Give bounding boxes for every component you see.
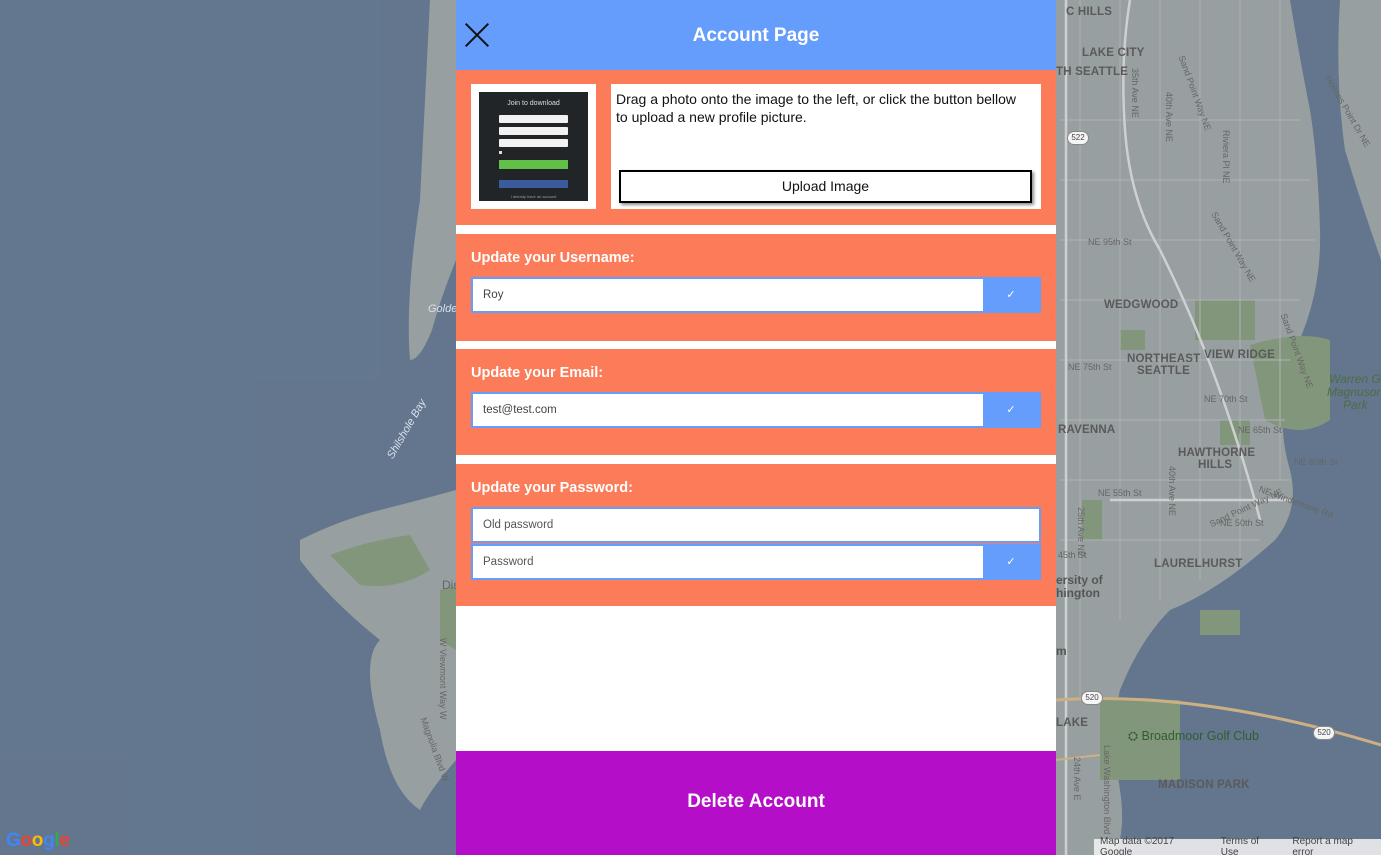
- username-input[interactable]: [473, 279, 983, 311]
- email-confirm-button[interactable]: ✓: [983, 394, 1039, 426]
- profile-photo-section: Join to download I already have an accou…: [456, 70, 1056, 225]
- email-section: Update your Email: ✓: [456, 349, 1056, 455]
- check-icon: ✓: [1006, 404, 1016, 416]
- old-password-input-row: [471, 507, 1041, 543]
- map-label-ravenna: RAVENNA: [1058, 424, 1116, 436]
- map-data-attribution: Map data ©2017 Google: [1100, 836, 1175, 855]
- map-footer: Map data ©2017 Google Terms of Use Repor…: [1094, 836, 1381, 855]
- check-icon: ✓: [1006, 289, 1016, 301]
- street-viewmont: W Viewmont Way W: [438, 638, 448, 720]
- map-label-univ-1: ersity of: [1056, 573, 1103, 587]
- upload-image-button[interactable]: Upload Image: [619, 170, 1032, 203]
- username-section: Update your Username: ✓: [456, 234, 1056, 341]
- street-ne-60th: NE 60th St: [1294, 457, 1338, 467]
- map-label-c-hills: C HILLS: [1066, 6, 1113, 18]
- street-ne-75th: NE 75th St: [1068, 362, 1112, 372]
- map-label-warren-3: Park: [1343, 398, 1368, 412]
- password-confirm-button[interactable]: ✓: [983, 546, 1039, 578]
- page-title: Account Page: [692, 25, 820, 46]
- new-password-input-row: ✓: [471, 544, 1041, 580]
- email-label: Update your Email:: [471, 365, 604, 381]
- map-label-madison-park: MADISON PARK: [1158, 779, 1250, 791]
- street-riviera: Riviera Pl NE: [1221, 130, 1231, 184]
- highway-520-shield: 520: [1081, 691, 1103, 705]
- profile-photo-image: Join to download I already have an accou…: [479, 92, 588, 201]
- delete-account-button[interactable]: Delete Account: [456, 751, 1056, 855]
- map-label-seattle: SEATTLE: [1137, 365, 1190, 377]
- map-label-warren-1: Warren G.: [1329, 372, 1381, 386]
- photo-info-box: Drag a photo onto the image to the left,…: [611, 84, 1041, 209]
- map-label-laurelhurst: LAURELHURST: [1154, 558, 1243, 570]
- street-24th-ave: 24th Ave E: [1072, 757, 1082, 801]
- username-label: Update your Username:: [471, 250, 635, 266]
- street-ne-55th: NE 55th St: [1098, 488, 1142, 498]
- map-label-broadmoor: ⛭ Broadmoor Golf Club: [1128, 729, 1259, 743]
- email-input[interactable]: [473, 394, 983, 426]
- map-label-lake-city: LAKE CITY: [1082, 47, 1145, 59]
- password-section: Update your Password: ✓: [456, 464, 1056, 606]
- profile-photo-dropzone[interactable]: Join to download I already have an accou…: [471, 84, 596, 209]
- map-label-univ-2: hington: [1056, 586, 1100, 600]
- thumbnail-title: Join to download: [507, 100, 560, 107]
- thumbnail-green-button: [499, 160, 568, 169]
- thumbnail-field: [499, 127, 568, 135]
- map-label-north-seattle: TH SEATTLE: [1056, 66, 1129, 78]
- account-panel: Account Page Join to download I already …: [456, 0, 1056, 855]
- email-input-row: ✓: [471, 392, 1041, 428]
- report-map-error-link[interactable]: Report a map error: [1292, 836, 1375, 855]
- street-35th-ave: 35th Ave NE: [1130, 68, 1140, 118]
- street-25th-ave: 25th Ave NE: [1076, 507, 1086, 557]
- map-label-hills: HILLS: [1198, 459, 1233, 471]
- thumbnail-checkbox: [499, 151, 502, 154]
- street-ne-95th: NE 95th St: [1088, 237, 1132, 247]
- water-label-golden: Golde: [428, 303, 458, 315]
- map-label-hawthorne: HAWTHORNE: [1178, 447, 1256, 459]
- check-icon: ✓: [1006, 556, 1016, 568]
- street-40th-ave: 40th Ave NE: [1164, 92, 1174, 142]
- google-logo[interactable]: Google: [6, 830, 70, 852]
- username-confirm-button[interactable]: ✓: [983, 279, 1039, 311]
- password-label: Update your Password:: [471, 480, 633, 496]
- map-label-lake: LAKE: [1056, 717, 1089, 729]
- map-label-view-ridge: VIEW RIDGE: [1204, 349, 1276, 361]
- panel-header: Account Page: [456, 0, 1056, 70]
- thumbnail-field: [499, 115, 568, 123]
- map-label-warren-2: Magnuson: [1327, 385, 1381, 399]
- street-40th-ave-b: 40th Ave NE: [1167, 466, 1177, 516]
- map-label-m: m: [1056, 644, 1067, 658]
- street-ne-65th: NE 65th St: [1238, 425, 1282, 435]
- map-label-northeast: NORTHEAST: [1127, 353, 1201, 365]
- highway-522-shield: 522: [1067, 131, 1089, 145]
- old-password-input[interactable]: [473, 509, 1039, 541]
- username-input-row: ✓: [471, 277, 1041, 313]
- photo-upload-instructions: Drag a photo onto the image to the left,…: [616, 91, 1017, 125]
- thumbnail-blue-button: [499, 180, 568, 188]
- street-lake-washington: Lake Washington Blvd: [1102, 745, 1112, 835]
- thumbnail-field: [499, 139, 568, 147]
- map-label-wedgwood: WEDGWOOD: [1104, 299, 1179, 311]
- new-password-input[interactable]: [473, 546, 983, 578]
- street-ne-70th: NE 70th St: [1204, 394, 1248, 404]
- terms-of-use-link[interactable]: Terms of Use: [1221, 836, 1279, 855]
- highway-520-shield-east: 520: [1313, 726, 1335, 740]
- thumbnail-footer: I already have an account: [510, 194, 557, 199]
